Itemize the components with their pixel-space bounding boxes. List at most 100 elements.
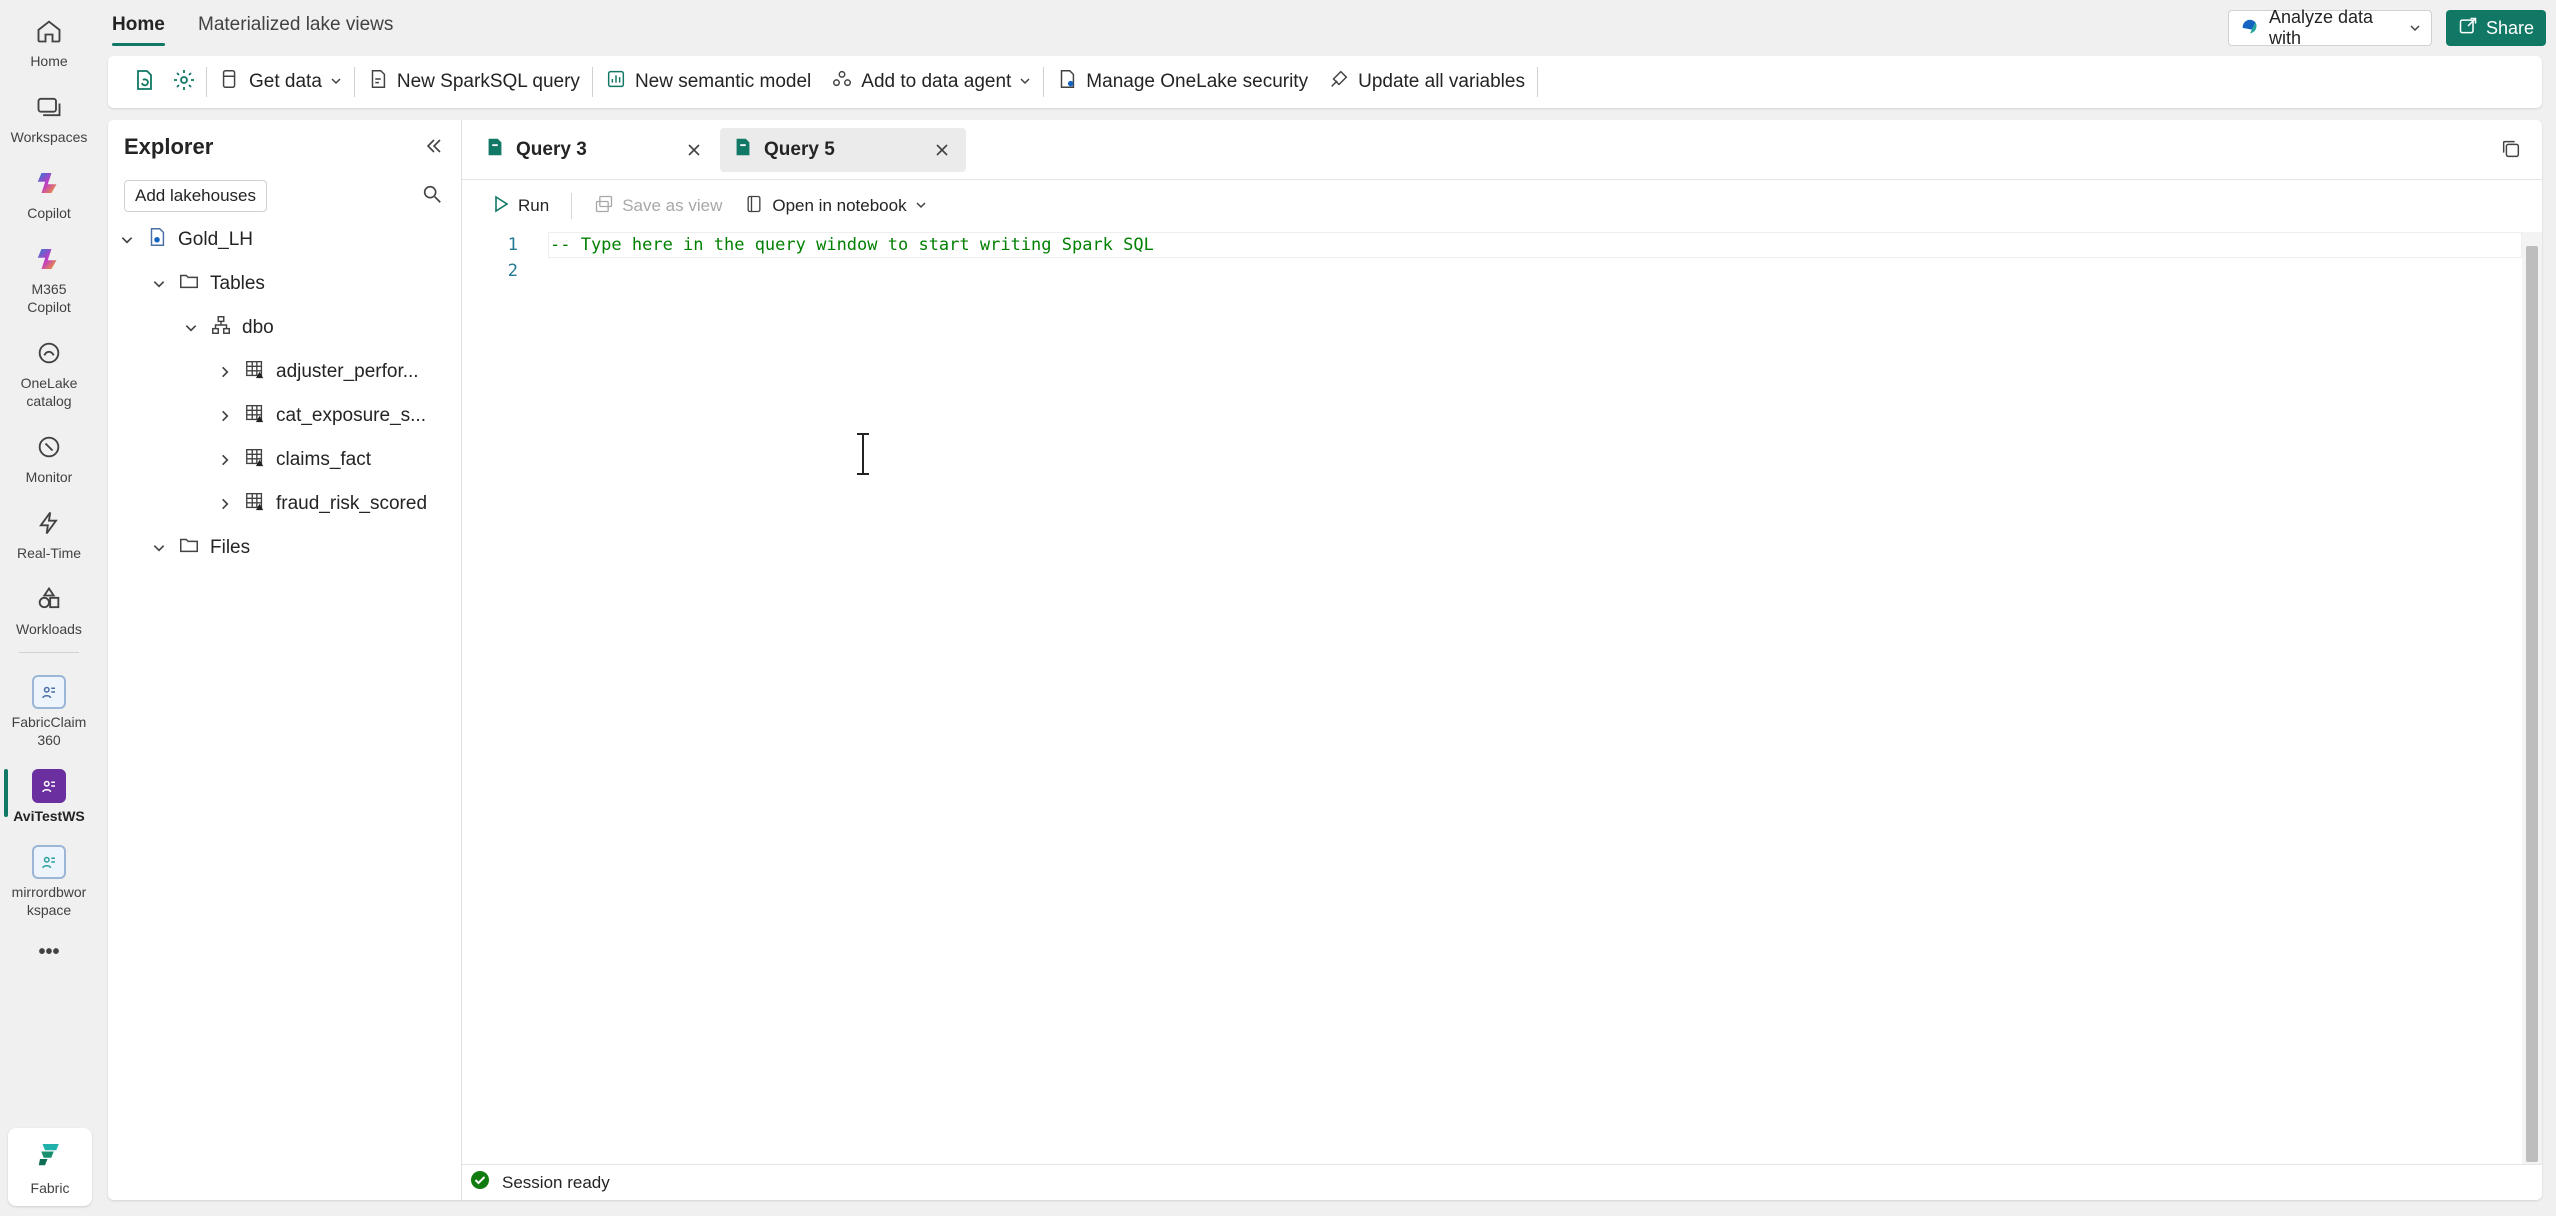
rail-item-real-time[interactable]: Real-Time bbox=[0, 492, 98, 568]
tree-label: cat_exposure_s... bbox=[276, 405, 426, 426]
open-in-notebook-button[interactable]: Open in notebook bbox=[736, 189, 934, 223]
chevron-down-icon[interactable] bbox=[182, 321, 200, 335]
add-to-data-agent-button[interactable]: Add to data agent bbox=[821, 62, 1041, 102]
rail-item-label: M365 Copilot bbox=[27, 281, 71, 315]
open-notebook-label: Open in notebook bbox=[772, 196, 907, 215]
real-time-icon bbox=[32, 506, 66, 540]
rail-item-label: Home bbox=[30, 53, 68, 69]
chevron-right-icon[interactable] bbox=[216, 409, 234, 423]
analyze-data-with-button[interactable]: Analyze data with bbox=[2228, 7, 2432, 48]
tab-materialized-lake-views[interactable]: Materialized lake views bbox=[198, 14, 393, 36]
scrollbar-thumb[interactable] bbox=[2526, 246, 2538, 1162]
rail-item-copilot[interactable]: Copilot bbox=[0, 152, 98, 228]
tree-table-claims-fact[interactable]: claims_fact bbox=[216, 440, 371, 480]
onelake-catalog-icon bbox=[32, 336, 66, 370]
workspace-icon bbox=[32, 845, 66, 879]
ribbon-toolbar: Get data New SparkSQL query New semantic… bbox=[108, 56, 2542, 108]
security-icon bbox=[1056, 68, 1078, 96]
get-data-label: Get data bbox=[249, 71, 322, 92]
new-semantic-model-button[interactable]: New semantic model bbox=[595, 62, 821, 102]
add-lakehouses-button[interactable]: Add lakehouses bbox=[124, 180, 267, 212]
tab-home[interactable]: Home bbox=[112, 14, 165, 46]
more-button[interactable]: ••• bbox=[0, 925, 98, 967]
workspaces-icon bbox=[32, 90, 66, 124]
chevron-down-icon bbox=[330, 71, 342, 93]
rail-item-label: Workspaces bbox=[10, 129, 88, 145]
copy-icon bbox=[2500, 138, 2522, 165]
app-rail: Home Workspaces Copilot M365 Copilot One… bbox=[0, 0, 98, 1216]
new-semantic-label: New semantic model bbox=[634, 71, 812, 92]
success-check-icon bbox=[470, 1170, 490, 1195]
tree-folder-files[interactable]: Files bbox=[150, 528, 250, 568]
fabric-button[interactable]: Fabric bbox=[8, 1128, 92, 1206]
update-vars-label: Update all variables bbox=[1358, 71, 1525, 92]
vertical-scrollbar[interactable] bbox=[2522, 232, 2542, 1164]
chevron-down-icon bbox=[1019, 71, 1031, 93]
update-all-variables-button[interactable]: Update all variables bbox=[1318, 62, 1535, 102]
analyze-icon bbox=[2239, 15, 2261, 42]
rail-item-home[interactable]: Home bbox=[0, 0, 98, 76]
semantic-model-icon bbox=[605, 68, 627, 96]
explorer-search-button[interactable] bbox=[418, 182, 446, 210]
tree-label: fraud_risk_scored bbox=[276, 493, 428, 514]
manage-onelake-security-button[interactable]: Manage OneLake security bbox=[1046, 62, 1318, 102]
rail-item-label: Copilot bbox=[27, 205, 71, 221]
table-icon bbox=[244, 446, 266, 474]
tree-schema-dbo[interactable]: dbo bbox=[182, 308, 274, 348]
tree-lakehouse-gold-lh[interactable]: Gold_LH bbox=[118, 220, 253, 260]
workspace-icon bbox=[32, 675, 66, 709]
chevron-down-icon[interactable] bbox=[150, 541, 168, 555]
share-button[interactable]: Share bbox=[2446, 10, 2546, 46]
new-sparksql-query-button[interactable]: New SparkSQL query bbox=[357, 62, 590, 102]
tab-query-3[interactable]: Query 3 bbox=[472, 128, 718, 172]
notebook-icon bbox=[744, 194, 764, 219]
tree-table-cat-exposure[interactable]: cat_exposure_s... bbox=[216, 396, 426, 436]
fabric-label: Fabric bbox=[30, 1179, 70, 1196]
workspace-icon bbox=[32, 769, 66, 803]
chevron-down-icon[interactable] bbox=[150, 277, 168, 291]
close-icon[interactable] bbox=[932, 140, 952, 160]
tree-table-fraud-risk-scored[interactable]: fraud_risk_scored bbox=[216, 484, 427, 524]
tree-folder-tables[interactable]: Tables bbox=[150, 264, 265, 304]
get-data-button[interactable]: Get data bbox=[209, 62, 352, 102]
chevron-down-icon[interactable] bbox=[118, 233, 136, 247]
refresh-button[interactable] bbox=[124, 62, 164, 102]
run-button[interactable]: Run bbox=[484, 189, 557, 223]
rail-item-avitestws[interactable]: AviTestWS bbox=[0, 755, 98, 831]
ribbon-divider bbox=[1536, 67, 1538, 97]
tree-label: dbo bbox=[242, 317, 274, 338]
tab-query-5[interactable]: Query 5 bbox=[720, 128, 966, 172]
rail-item-monitor[interactable]: Monitor bbox=[0, 416, 98, 492]
chevron-right-icon[interactable] bbox=[216, 365, 234, 379]
table-icon bbox=[244, 402, 266, 430]
save-as-view-button[interactable]: Save as view bbox=[586, 189, 730, 223]
chevron-right-icon[interactable] bbox=[216, 453, 234, 467]
table-icon bbox=[244, 358, 266, 386]
settings-button[interactable] bbox=[164, 62, 204, 102]
close-icon[interactable] bbox=[684, 140, 704, 160]
collapse-explorer-button[interactable] bbox=[420, 134, 448, 162]
main-panel: Explorer Add lakehouses Gold_LH Tables d… bbox=[108, 120, 2542, 1200]
rail-divider bbox=[19, 652, 79, 653]
code-text: -- Type here in the query window to star… bbox=[550, 235, 1154, 255]
rail-item-onelake-catalog[interactable]: OneLake catalog bbox=[0, 322, 98, 416]
rail-item-workloads[interactable]: Workloads bbox=[0, 568, 98, 644]
rail-item-m365-copilot[interactable]: M365 Copilot bbox=[0, 228, 98, 322]
rail-item-mirrordbworkspace[interactable]: mirrordbwor kspace bbox=[0, 831, 98, 925]
variables-icon bbox=[1328, 68, 1350, 96]
copy-button[interactable] bbox=[2496, 136, 2526, 166]
chevron-down-icon bbox=[2409, 18, 2421, 39]
rail-item-label: Monitor bbox=[25, 469, 73, 485]
tree-table-adjuster-performance[interactable]: adjuster_perfor... bbox=[216, 352, 419, 392]
rail-item-label: AviTestWS bbox=[13, 808, 85, 824]
rail-item-workspaces[interactable]: Workspaces bbox=[0, 76, 98, 152]
tree-label: adjuster_perfor... bbox=[276, 361, 419, 382]
code-editor[interactable]: 1 -- Type here in the query window to st… bbox=[462, 232, 2522, 1164]
chevron-right-icon[interactable] bbox=[216, 497, 234, 511]
tree-label: Tables bbox=[210, 273, 265, 294]
gear-icon bbox=[172, 68, 196, 97]
play-icon bbox=[492, 195, 510, 218]
line-number: 1 bbox=[507, 235, 518, 255]
tree-label: Files bbox=[210, 537, 251, 558]
rail-item-fabricclaim360[interactable]: FabricClaim 360 bbox=[0, 661, 98, 755]
